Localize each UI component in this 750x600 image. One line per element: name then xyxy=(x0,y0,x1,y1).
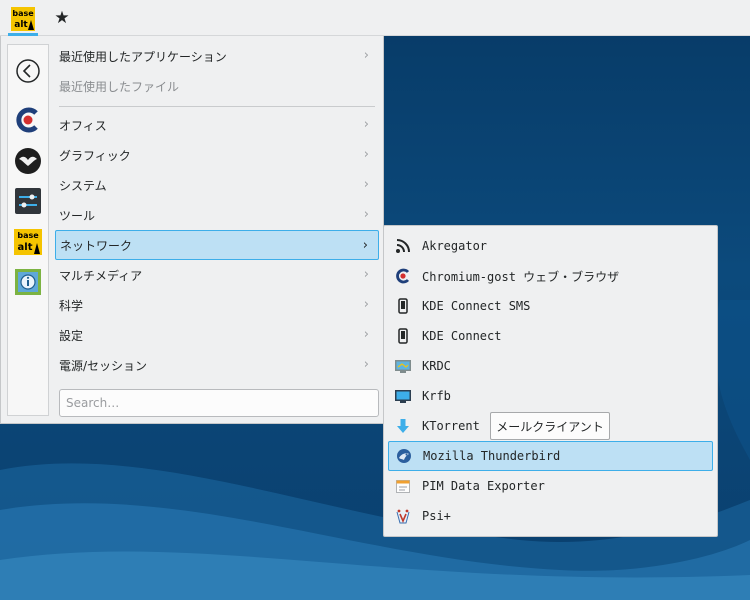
tooltip-text: メールクライアント xyxy=(496,419,604,434)
app-psi-plus[interactable]: Psi+ xyxy=(388,501,713,531)
category-settings[interactable]: 設定 › xyxy=(55,320,379,350)
back-arrow-icon xyxy=(16,59,40,83)
app-chromium-gost[interactable]: Chromium-gost ウェブ・ブラウザ xyxy=(388,261,713,291)
category-label: 科学 xyxy=(59,298,84,313)
favorite-settings[interactable] xyxy=(13,186,43,216)
psi-icon xyxy=(394,507,412,525)
application-menu: base alt 最近使用したアプリケーション › 最近使用したファイル オフィ… xyxy=(0,36,384,424)
chromium-gost-icon xyxy=(394,267,412,285)
category-label: オフィス xyxy=(59,118,107,133)
chevron-right-icon: › xyxy=(363,297,369,312)
app-mozilla-thunderbird[interactable]: Mozilla Thunderbird xyxy=(388,441,713,471)
logo-text-bottom: alt xyxy=(14,20,28,30)
category-label: グラフィック xyxy=(59,148,131,163)
menu-item-recent-apps[interactable]: 最近使用したアプリケーション › xyxy=(55,41,379,71)
bird-icon xyxy=(15,148,41,174)
app-label: Psi+ xyxy=(422,509,451,523)
menu-item-recent-files: 最近使用したファイル xyxy=(55,71,379,101)
app-label: Akregator xyxy=(422,239,488,253)
favorites-star-button[interactable]: ★ xyxy=(48,4,76,32)
calendar-export-icon xyxy=(394,477,412,495)
app-label: Chromium-gost ウェブ・ブラウザ xyxy=(422,269,620,284)
category-label: 設定 xyxy=(59,328,84,343)
menu-separator xyxy=(59,106,375,107)
category-label: ツール xyxy=(59,208,96,223)
app-label: KRDC xyxy=(422,359,451,373)
category-system[interactable]: システム › xyxy=(55,170,379,200)
application-launcher-button[interactable]: base alt xyxy=(4,2,42,36)
category-label: システム xyxy=(59,178,107,193)
category-label: ネットワーク xyxy=(60,238,133,253)
desktop-share-icon xyxy=(394,387,412,405)
category-science[interactable]: 科学 › xyxy=(55,290,379,320)
network-submenu: Akregator Chromium-gost ウェブ・ブラウザ KDE Con… xyxy=(383,225,718,537)
sliders-icon xyxy=(15,188,41,214)
category-office[interactable]: オフィス › xyxy=(55,110,379,140)
chromium-gost-icon xyxy=(16,107,38,133)
app-krfb[interactable]: Krfb xyxy=(388,381,713,411)
menu-item-label: 最近使用したファイル xyxy=(59,79,180,94)
category-network[interactable]: ネットワーク › xyxy=(55,230,379,260)
info-icon xyxy=(15,269,41,295)
app-label: Krfb xyxy=(422,389,451,403)
category-power-session[interactable]: 電源/セッション › xyxy=(55,350,379,380)
chevron-right-icon: › xyxy=(363,177,369,192)
search-input[interactable] xyxy=(59,389,379,417)
app-label: KDE Connect xyxy=(422,329,502,343)
fav-logo-text-top: base xyxy=(17,231,39,240)
star-icon: ★ xyxy=(54,8,70,28)
top-panel: base alt ★ xyxy=(0,0,750,36)
category-graphics[interactable]: グラフィック › xyxy=(55,140,379,170)
chevron-right-icon: › xyxy=(363,147,369,162)
thunderbird-icon xyxy=(395,447,413,465)
basealt-logo-icon: base alt xyxy=(14,229,42,255)
app-kde-connect[interactable]: KDE Connect xyxy=(388,321,713,351)
chevron-right-icon: › xyxy=(363,357,369,372)
app-akregator[interactable]: Akregator xyxy=(388,231,713,261)
app-label: KDE Connect SMS xyxy=(422,299,531,313)
category-multimedia[interactable]: マルチメディア › xyxy=(55,260,379,290)
app-pim-data-exporter[interactable]: PIM Data Exporter xyxy=(388,471,713,501)
category-label: 電源/セッション xyxy=(59,358,148,373)
fav-logo-text-bottom: alt xyxy=(18,242,33,253)
category-label: マルチメディア xyxy=(59,268,143,283)
basealt-logo-icon: base alt xyxy=(11,7,35,31)
app-krdc[interactable]: KRDC xyxy=(388,351,713,381)
menu-item-label: 最近使用したアプリケーション xyxy=(59,49,227,64)
tooltip: メールクライアント xyxy=(490,412,610,440)
chevron-right-icon: › xyxy=(363,267,369,282)
category-tools[interactable]: ツール › xyxy=(55,200,379,230)
favorites-column: base alt xyxy=(7,44,49,416)
app-label: KTorrent xyxy=(422,419,480,433)
chevron-right-icon: › xyxy=(363,327,369,342)
favorite-bird-app[interactable] xyxy=(13,146,43,176)
app-label: PIM Data Exporter xyxy=(422,479,545,493)
favorite-info[interactable] xyxy=(13,267,43,297)
favorite-chromium-gost[interactable] xyxy=(13,105,43,135)
rss-icon xyxy=(394,237,412,255)
remote-desktop-icon xyxy=(394,357,412,375)
app-kde-connect-sms[interactable]: KDE Connect SMS xyxy=(388,291,713,321)
phone-icon xyxy=(394,327,412,345)
chevron-right-icon: › xyxy=(362,238,368,253)
back-button[interactable] xyxy=(13,56,43,86)
download-arrow-icon xyxy=(394,417,412,435)
chevron-right-icon: › xyxy=(363,48,369,63)
logo-text-top: base xyxy=(12,9,34,18)
chevron-right-icon: › xyxy=(363,207,369,222)
chevron-right-icon: › xyxy=(363,117,369,132)
favorite-basealt[interactable]: base alt xyxy=(13,227,43,257)
phone-icon xyxy=(394,297,412,315)
app-label: Mozilla Thunderbird xyxy=(423,449,561,463)
